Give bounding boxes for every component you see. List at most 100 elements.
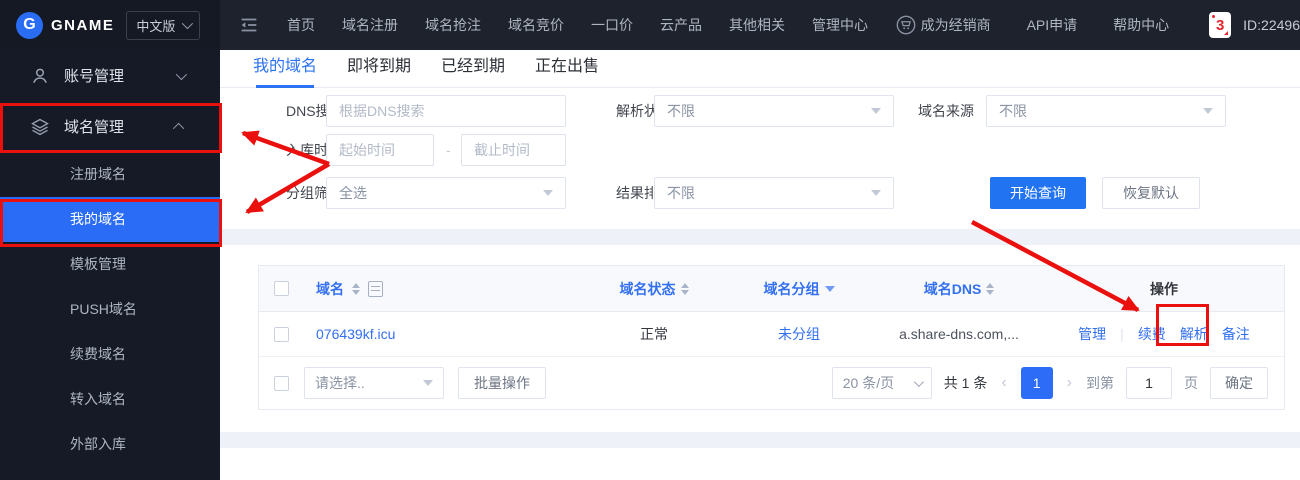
- chevron-down-icon: [871, 190, 881, 196]
- pagination-controls: 20 条/页 共 1 条 ‹ 1 › 到第 页 确定: [831, 367, 1268, 399]
- select-all-checkbox[interactable]: [274, 281, 289, 296]
- gname-logo-icon[interactable]: G: [16, 11, 43, 39]
- action-remark[interactable]: 备注: [1222, 324, 1250, 344]
- sidebar-item-transfer-in[interactable]: 转入域名: [0, 377, 220, 422]
- tab-my-domains[interactable]: 我的域名: [253, 50, 317, 88]
- domain-link[interactable]: 076439kf.icu: [316, 326, 395, 342]
- sidebar-group-domains[interactable]: 域名管理: [0, 101, 220, 152]
- nav-item-auction[interactable]: 域名竞价: [508, 15, 564, 35]
- page-size-value: 20 条/页: [842, 375, 895, 391]
- chevron-down-icon: [913, 376, 924, 387]
- header-domain[interactable]: 域名: [316, 279, 344, 299]
- brand-name[interactable]: GNAME: [51, 17, 114, 34]
- nav-item-register[interactable]: 域名注册: [342, 15, 398, 35]
- nav-item-backorder[interactable]: 域名抢注: [425, 15, 481, 35]
- sidebar-group-account[interactable]: 账号管理: [0, 50, 220, 101]
- header-domain-group[interactable]: 域名分组: [764, 279, 820, 299]
- cart-icon[interactable]: [895, 14, 917, 36]
- top-navigation: 首页 域名注册 域名抢注 域名竞价 一口价 云产品 其他相关 管理中心: [238, 14, 917, 36]
- header-actions: 操作: [1150, 280, 1178, 297]
- confirm-button[interactable]: 确定: [1210, 367, 1268, 399]
- tab-expired[interactable]: 已经到期: [441, 50, 505, 88]
- goto-page-input[interactable]: [1126, 367, 1172, 399]
- user-icon: [33, 68, 47, 83]
- end-time-field: [461, 134, 566, 166]
- topbar-right: 成为经销商 API申请 帮助中心 3 ID:22496: [921, 12, 1300, 38]
- end-time-input[interactable]: [462, 135, 565, 165]
- page-number-current[interactable]: 1: [1020, 367, 1053, 399]
- start-time-input[interactable]: [327, 135, 433, 165]
- brand-area: G GNAME 中文版: [0, 0, 220, 50]
- tab-bar: 我的域名 即将到期 已经到期 正在出售: [220, 50, 1300, 88]
- sidebar-item-push-domains[interactable]: PUSH域名: [0, 287, 220, 332]
- sidebar-item-templates[interactable]: 模板管理: [0, 242, 220, 287]
- page-size-select[interactable]: 20 条/页: [831, 367, 932, 399]
- chevron-down-icon: [182, 17, 194, 30]
- table-row: 076439kf.icu 正常 未分组 a.share-dns.com,... …: [259, 312, 1284, 357]
- nav-item-help[interactable]: 帮助中心: [1113, 15, 1169, 35]
- sidebar-collapse-icon[interactable]: [238, 14, 260, 36]
- result-sort-select[interactable]: 不限: [654, 177, 894, 209]
- batch-action-button[interactable]: 批量操作: [458, 367, 546, 399]
- chevron-down-icon: [423, 380, 433, 386]
- batch-checkbox[interactable]: [274, 375, 289, 391]
- action-manage[interactable]: 管理: [1078, 324, 1106, 344]
- chevron-up-icon: [172, 122, 185, 134]
- main-content: 我的域名 即将到期 已经到期 正在出售 DNS搜索 解析状态 不限 域名来源 不…: [220, 50, 1300, 480]
- filter-panel: 我的域名 即将到期 已经到期 正在出售 DNS搜索 解析状态 不限 域名来源 不…: [220, 50, 1300, 229]
- group-filter-value: 全选: [339, 185, 367, 201]
- prev-page-button[interactable]: ‹: [999, 374, 1008, 392]
- nav-item-home[interactable]: 首页: [287, 15, 315, 35]
- sidebar-item-external-import[interactable]: 外部入库: [0, 422, 220, 467]
- domain-source-value: 不限: [999, 103, 1027, 119]
- next-page-button[interactable]: ›: [1065, 374, 1074, 392]
- domain-group-value[interactable]: 未分组: [778, 324, 820, 344]
- sidebar: 账号管理 域名管理 注册域名 我的域名 模板管理 PUSH域名 续费域名 转入域…: [0, 50, 220, 480]
- notification-badge[interactable]: 3: [1209, 12, 1232, 38]
- group-filter-select[interactable]: 全选: [326, 177, 566, 209]
- start-time-field: [326, 134, 434, 166]
- reset-button[interactable]: 恢复默认: [1102, 177, 1200, 209]
- domain-source-select[interactable]: 不限: [986, 95, 1226, 127]
- domain-dns-value: a.share-dns.com,...: [899, 326, 1019, 342]
- nav-item-other[interactable]: 其他相关: [729, 15, 785, 35]
- row-checkbox[interactable]: [274, 326, 289, 342]
- result-sort-value: 不限: [667, 185, 695, 201]
- table-header-row: 域名 域名状态 域名分组 域名DNS 操作: [259, 266, 1284, 312]
- action-resolve[interactable]: 解析: [1180, 324, 1208, 344]
- resolve-status-value: 不限: [667, 103, 695, 119]
- divider: |: [1120, 326, 1124, 342]
- copy-list-icon[interactable]: [368, 280, 383, 297]
- nav-item-reseller[interactable]: 成为经销商: [921, 15, 991, 35]
- chevron-down-icon: [871, 108, 881, 114]
- user-id[interactable]: ID:22496: [1243, 17, 1300, 33]
- action-renew[interactable]: 续费: [1138, 324, 1166, 344]
- sort-icon[interactable]: [680, 282, 689, 295]
- sidebar-item-register-domain[interactable]: 注册域名: [0, 152, 220, 197]
- sort-icon[interactable]: [352, 282, 360, 295]
- header-domain-dns[interactable]: 域名DNS: [924, 279, 982, 299]
- tab-on-sale[interactable]: 正在出售: [535, 50, 599, 88]
- page-unit-label: 页: [1184, 375, 1198, 391]
- resolve-status-select[interactable]: 不限: [654, 95, 894, 127]
- domain-status-value: 正常: [640, 326, 668, 342]
- nav-item-buynow[interactable]: 一口价: [591, 15, 633, 35]
- sort-icon[interactable]: [986, 282, 995, 295]
- language-label: 中文版: [136, 18, 176, 34]
- batch-action-value: 请选择..: [315, 375, 365, 391]
- batch-action-select[interactable]: 请选择..: [304, 367, 444, 399]
- sidebar-item-my-domains[interactable]: 我的域名: [0, 197, 220, 242]
- nav-item-console[interactable]: 管理中心: [812, 15, 868, 35]
- chevron-down-icon: [1203, 108, 1213, 114]
- filter-dropdown-icon[interactable]: [824, 285, 835, 292]
- chevron-down-icon: [175, 68, 188, 80]
- tab-expiring-soon[interactable]: 即将到期: [347, 50, 411, 88]
- nav-item-cloud[interactable]: 云产品: [660, 15, 702, 35]
- table-panel: 域名 域名状态 域名分组 域名DNS 操作 076439kf.icu 正常 未分…: [220, 245, 1300, 432]
- dns-search-input[interactable]: [327, 96, 565, 126]
- language-selector[interactable]: 中文版: [126, 10, 201, 40]
- header-domain-status[interactable]: 域名状态: [620, 279, 676, 299]
- nav-item-api[interactable]: API申请: [1027, 15, 1078, 35]
- search-button[interactable]: 开始查询: [990, 177, 1086, 209]
- sidebar-item-renew-domains[interactable]: 续费域名: [0, 332, 220, 377]
